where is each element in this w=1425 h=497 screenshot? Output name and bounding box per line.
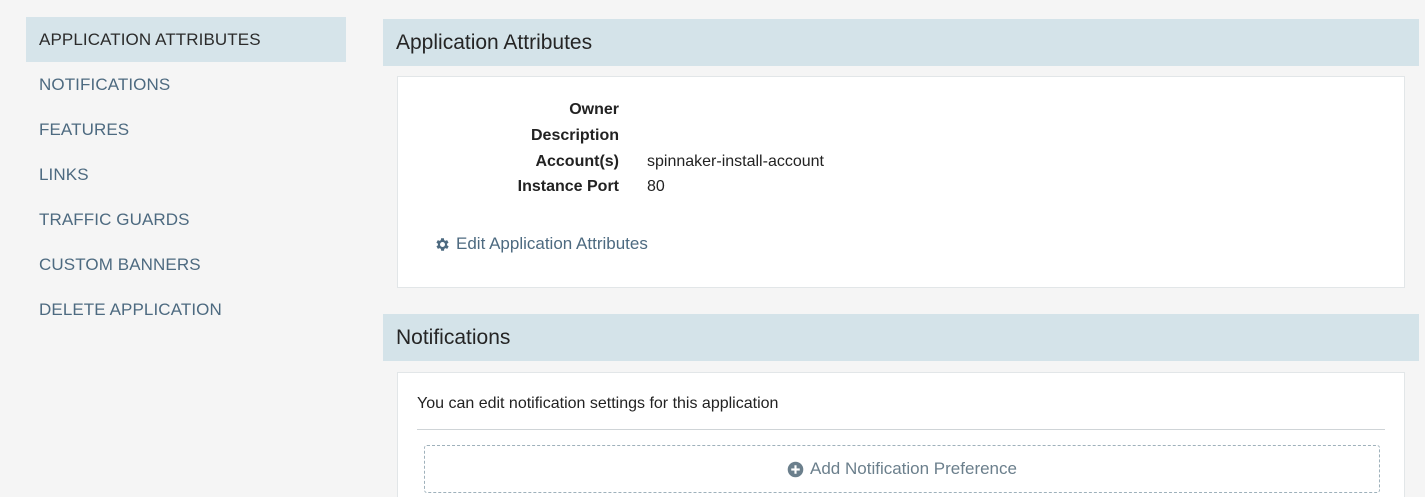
notifications-header: Notifications xyxy=(383,314,1419,361)
sidebar-item-traffic-guards[interactable]: TRAFFIC GUARDS xyxy=(26,197,346,242)
attribute-row-accounts: Account(s) spinnaker-install-account xyxy=(398,149,1404,175)
sidebar-item-custom-banners[interactable]: CUSTOM BANNERS xyxy=(26,242,346,287)
edit-application-attributes-label: Edit Application Attributes xyxy=(456,234,648,253)
divider xyxy=(417,429,1385,430)
application-config-page: APPLICATION ATTRIBUTES NOTIFICATIONS FEA… xyxy=(0,0,1425,497)
attribute-label: Instance Port xyxy=(517,178,619,195)
application-attributes-panel: Owner Description Account(s) spinnaker-i… xyxy=(397,76,1405,288)
sidebar-item-links[interactable]: LINKS xyxy=(26,152,346,197)
attribute-label: Description xyxy=(530,127,619,144)
add-notification-preference-button[interactable]: Add Notification Preference xyxy=(424,445,1380,493)
application-attributes-header: Application Attributes xyxy=(383,19,1419,66)
attribute-label: Owner xyxy=(569,101,619,118)
attribute-value: 80 xyxy=(647,178,665,195)
notifications-description: You can edit notification settings for t… xyxy=(417,395,779,412)
sidebar-item-notifications[interactable]: NOTIFICATIONS xyxy=(26,62,346,107)
gear-icon xyxy=(436,237,449,251)
attribute-row-description: Description xyxy=(398,123,1404,149)
attribute-row-owner: Owner xyxy=(398,97,1404,123)
sidebar-item-application-attributes[interactable]: APPLICATION ATTRIBUTES xyxy=(26,17,346,62)
sidebar-item-features[interactable]: FEATURES xyxy=(26,107,346,152)
notifications-panel: You can edit notification settings for t… xyxy=(397,372,1405,497)
sidebar-nav: APPLICATION ATTRIBUTES NOTIFICATIONS FEA… xyxy=(26,17,346,332)
add-notification-preference-label: Add Notification Preference xyxy=(810,459,1017,478)
attribute-row-instance-port: Instance Port 80 xyxy=(398,174,1404,200)
attribute-label: Account(s) xyxy=(535,153,619,170)
attribute-value: spinnaker-install-account xyxy=(647,153,824,170)
edit-application-attributes-link[interactable]: Edit Application Attributes xyxy=(434,234,648,254)
sidebar-item-delete-application[interactable]: DELETE APPLICATION xyxy=(26,287,346,332)
plus-circle-icon xyxy=(787,461,804,477)
